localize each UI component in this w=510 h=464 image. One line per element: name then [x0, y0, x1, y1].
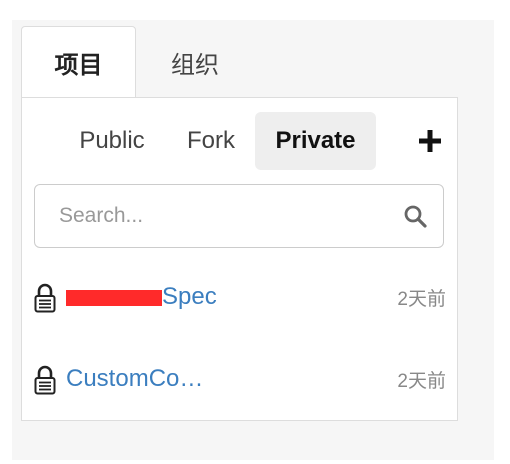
- lock-icon: [34, 281, 60, 313]
- filter-public[interactable]: Public: [62, 112, 162, 170]
- tab-projects[interactable]: 项目: [21, 26, 136, 98]
- search-input[interactable]: [35, 185, 403, 247]
- plus-icon: [419, 130, 441, 152]
- filter-fork[interactable]: Fork: [176, 112, 246, 170]
- repo-name-link[interactable]: CustomCo…: [66, 365, 397, 393]
- filter-private[interactable]: Private: [255, 112, 376, 170]
- search-box: [34, 184, 444, 248]
- repo-item[interactable]: Spec 2天前: [34, 277, 446, 317]
- repo-item[interactable]: CustomCo… 2天前: [34, 359, 446, 399]
- lock-icon: [34, 363, 60, 395]
- repo-name-link[interactable]: Spec: [66, 283, 397, 311]
- tab-organizations[interactable]: 组织: [147, 26, 243, 98]
- redaction-mark: [66, 290, 162, 306]
- search-icon[interactable]: [403, 185, 443, 247]
- add-project-button[interactable]: [412, 112, 448, 170]
- repo-updated-time: 2天前: [397, 370, 446, 392]
- repo-updated-time: 2天前: [397, 288, 446, 310]
